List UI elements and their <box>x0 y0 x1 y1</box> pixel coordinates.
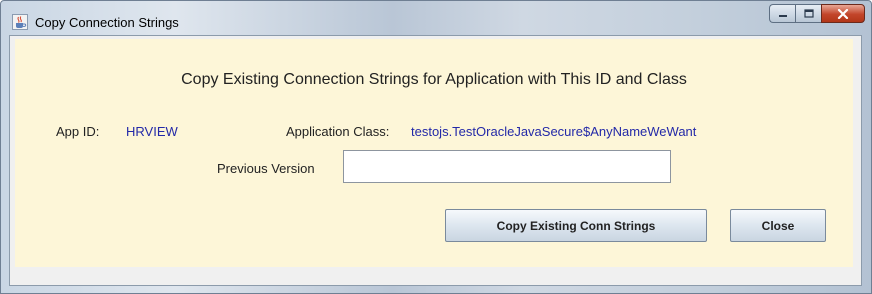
app-id-value: HRVIEW <box>126 124 178 139</box>
app-id-label: App ID: <box>56 124 100 139</box>
dialog-heading: Copy Existing Connection Strings for App… <box>181 71 687 88</box>
minimize-icon <box>778 14 787 17</box>
close-icon <box>837 8 849 19</box>
java-cup-icon <box>12 14 28 30</box>
maximize-button[interactable] <box>795 4 821 23</box>
app-class-value: testojs.TestOracleJavaSecure$AnyNameWeWa… <box>411 124 697 139</box>
previous-version-label: Previous Version <box>217 161 315 176</box>
minimize-button[interactable] <box>769 4 795 23</box>
window-title: Copy Connection Strings <box>35 15 179 30</box>
close-button[interactable]: Close <box>730 209 826 242</box>
maximize-icon <box>803 9 814 18</box>
title-bar[interactable]: Copy Connection Strings <box>1 1 871 35</box>
app-class-label: Application Class: <box>286 124 390 139</box>
dialog-window: Copy Connection Strings Copy Existing Co… <box>0 0 872 294</box>
close-window-button[interactable] <box>821 4 865 23</box>
previous-version-input[interactable] <box>343 150 671 183</box>
caption-buttons <box>769 4 865 24</box>
copy-existing-conn-strings-button[interactable]: Copy Existing Conn Strings <box>445 209 707 242</box>
dialog-panel: Copy Existing Connection Strings for App… <box>15 39 853 267</box>
